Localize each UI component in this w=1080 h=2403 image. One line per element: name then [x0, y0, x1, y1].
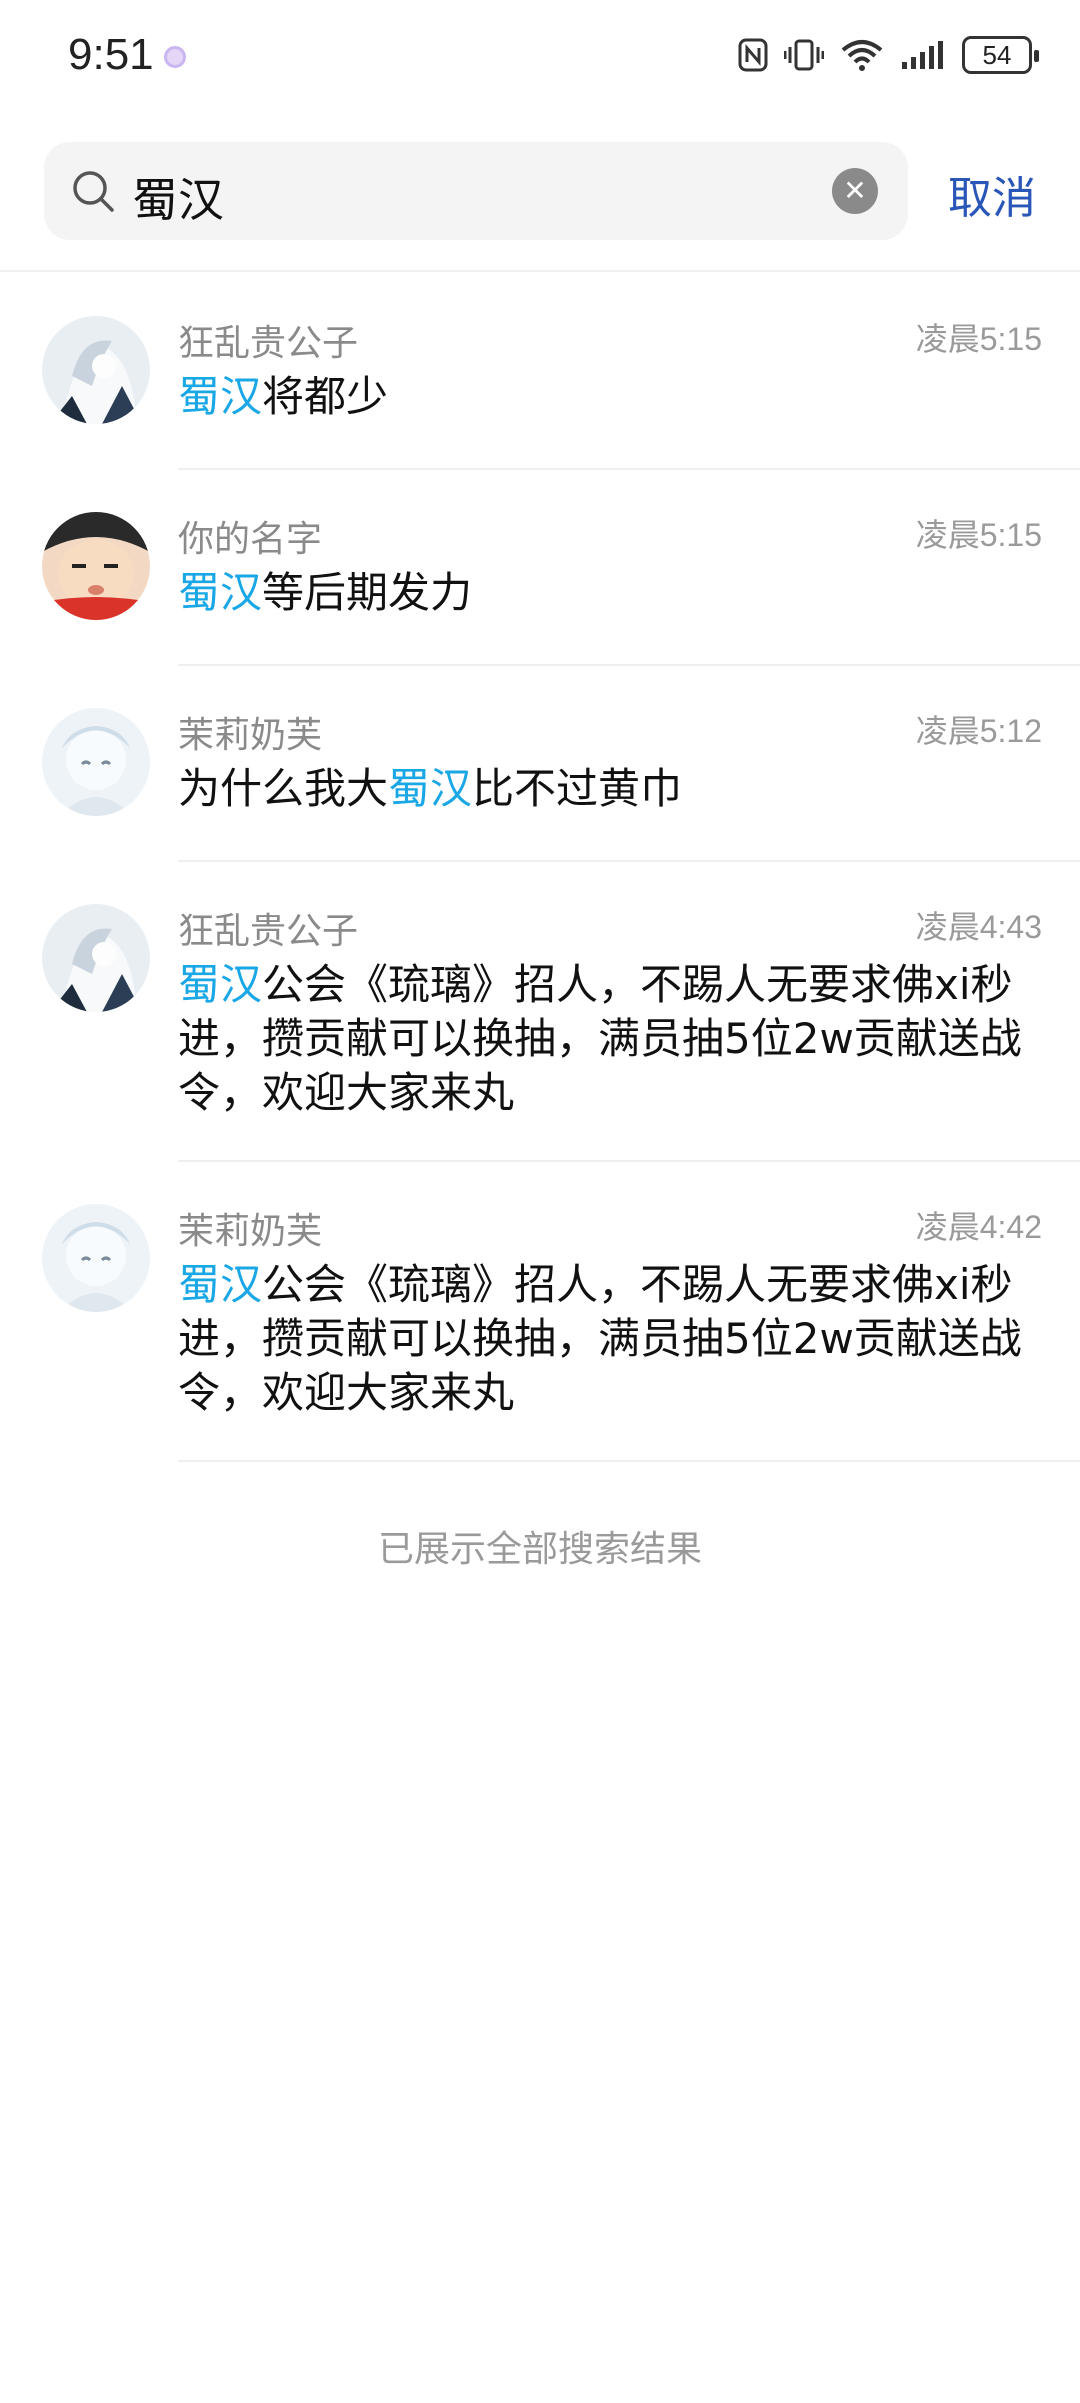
message-text: 蜀汉公会《琉璃》招人，不踢人无要求佛xi秒进，攒贡献可以换抽，满员抽5位2w贡献…: [178, 1258, 1038, 1420]
avatar[interactable]: [42, 1204, 150, 1312]
wifi-icon: [840, 38, 884, 72]
message-text: 蜀汉公会《琉璃》招人，不踢人无要求佛xi秒进，攒贡献可以换抽，满员抽5位2w贡献…: [178, 958, 1038, 1120]
status-time: 9:51: [68, 30, 154, 79]
keyword-highlight: 蜀汉: [388, 764, 473, 813]
end-of-results-text: 已展示全部搜索结果: [377, 1529, 702, 1570]
message-time: 凌晨5:12: [915, 713, 1042, 749]
list-item[interactable]: 茉莉奶芙 凌晨4:42 蜀汉公会《琉璃》招人，不踢人无要求佛xi秒进，攒贡献可以…: [0, 1162, 1080, 1462]
message-time: 凌晨4:43: [915, 909, 1042, 945]
message-pre: 为什么我大: [178, 764, 389, 813]
list-item[interactable]: 茉莉奶芙 凌晨5:12 为什么我大蜀汉比不过黄巾: [0, 666, 1080, 862]
avatar[interactable]: [42, 904, 150, 1012]
status-bar: 9:51 54: [0, 0, 1080, 110]
list-item[interactable]: 你的名字 凌晨5:15 蜀汉等后期发力: [0, 470, 1080, 666]
nfc-icon: [738, 38, 768, 72]
avatar[interactable]: [42, 512, 150, 620]
message-time: 凌晨5:15: [915, 321, 1042, 357]
keyword-highlight: 蜀汉: [178, 372, 263, 421]
signal-icon: [900, 40, 946, 70]
message-post: 将都少: [262, 372, 389, 421]
avatar[interactable]: [42, 708, 150, 816]
status-icons: 54: [738, 30, 1039, 80]
sender-name: 茉莉奶芙: [178, 715, 323, 756]
search-results-list: 狂乱贵公子 凌晨5:15 蜀汉将都少 你的名字 凌晨5:15 蜀汉等后期发力 茉…: [0, 274, 1080, 1462]
message-time: 凌晨4:42: [915, 1209, 1042, 1245]
search-header: 蜀汉 ✕ 取消: [0, 110, 1080, 272]
list-item[interactable]: 狂乱贵公子 凌晨5:15 蜀汉将都少: [0, 274, 1080, 470]
message-text: 蜀汉将都少: [178, 370, 1038, 424]
message-post: 公会《琉璃》招人，不踢人无要求佛xi秒进，攒贡献可以换抽，满员抽5位2w贡献送战…: [178, 1260, 1022, 1417]
message-time: 凌晨5:15: [915, 517, 1042, 553]
message-post: 公会《琉璃》招人，不踢人无要求佛xi秒进，攒贡献可以换抽，满员抽5位2w贡献送战…: [178, 960, 1022, 1117]
sender-name: 狂乱贵公子: [178, 323, 359, 364]
search-icon: [70, 168, 116, 214]
search-input[interactable]: 蜀汉 ✕: [44, 142, 908, 240]
clear-icon[interactable]: ✕: [832, 168, 878, 214]
sender-name: 狂乱贵公子: [178, 911, 359, 952]
keyword-highlight: 蜀汉: [178, 568, 263, 617]
sender-name: 你的名字: [178, 519, 323, 560]
message-post: 比不过黄巾: [472, 764, 683, 813]
list-item[interactable]: 狂乱贵公子 凌晨4:43 蜀汉公会《琉璃》招人，不踢人无要求佛xi秒进，攒贡献可…: [0, 862, 1080, 1162]
search-query[interactable]: 蜀汉: [132, 164, 224, 230]
keyword-highlight: 蜀汉: [178, 1260, 263, 1309]
vibrate-icon: [784, 38, 824, 72]
message-text: 为什么我大蜀汉比不过黄巾: [178, 762, 1038, 816]
divider: [178, 1460, 1080, 1462]
battery-icon: 54: [962, 36, 1039, 74]
avatar[interactable]: [42, 316, 150, 424]
sender-name: 茉莉奶芙: [178, 1211, 323, 1252]
message-text: 蜀汉等后期发力: [178, 566, 1038, 620]
cancel-button[interactable]: 取消: [948, 162, 1036, 226]
message-post: 等后期发力: [262, 568, 473, 617]
notification-dot-icon: [164, 46, 186, 68]
keyword-highlight: 蜀汉: [178, 960, 263, 1009]
